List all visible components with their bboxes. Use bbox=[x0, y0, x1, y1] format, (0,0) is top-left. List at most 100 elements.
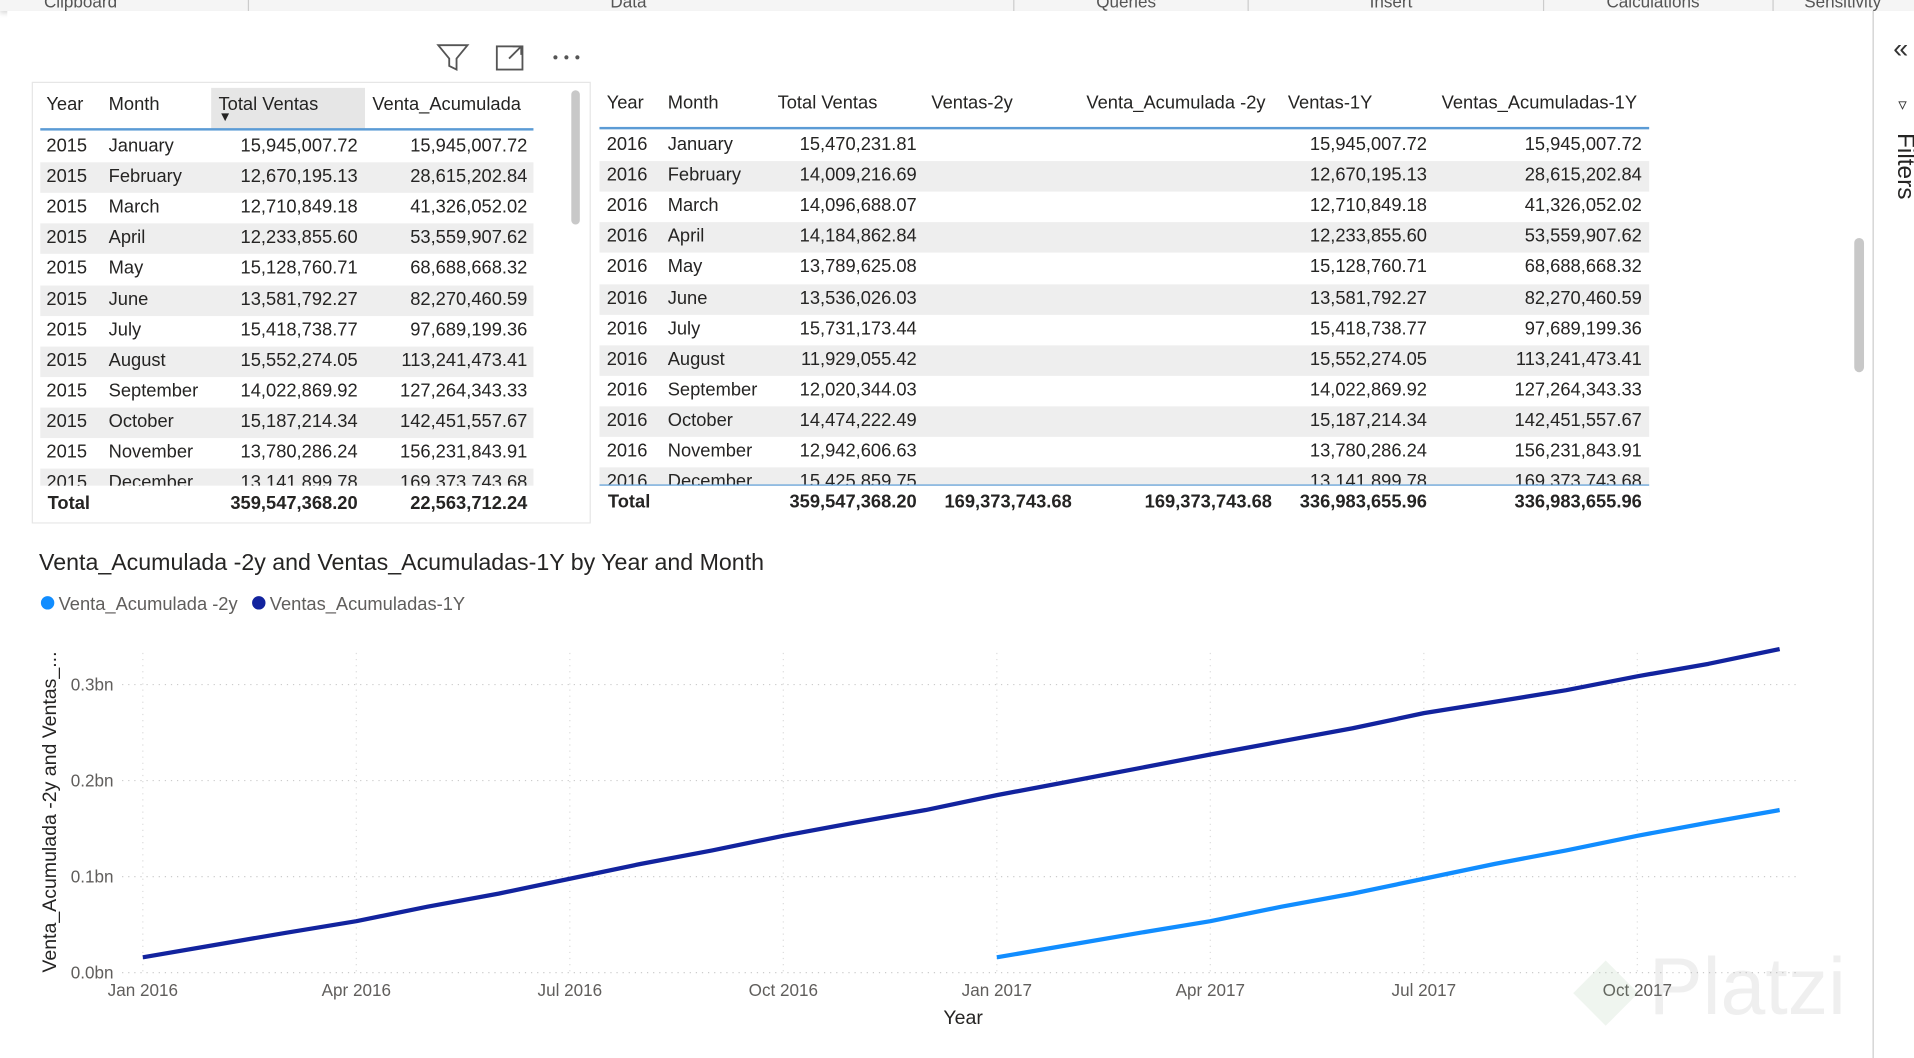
table-cell: 15,187,214.34 bbox=[1309, 409, 1427, 431]
table-cell: 15,731,173.44 bbox=[799, 318, 917, 339]
table-cell: 127,264,343.33 bbox=[400, 380, 528, 402]
y-axis-title: Venta_Acumulada -2y and Ventas_... bbox=[39, 651, 61, 972]
table-cell: 13,780,286.24 bbox=[240, 441, 358, 463]
column-header[interactable]: Ventas_Acumuladas-1Y bbox=[1442, 93, 1647, 114]
filters-label[interactable]: Filters bbox=[1891, 133, 1914, 199]
legend-marker bbox=[252, 596, 266, 610]
table-cell: 2016 bbox=[606, 195, 648, 217]
legend-marker bbox=[40, 596, 55, 610]
filter-icon[interactable] bbox=[436, 41, 470, 73]
column-header[interactable]: Month bbox=[668, 93, 778, 114]
total-cell: 336,983,655.96 bbox=[1514, 491, 1642, 513]
table-cell: 2016 bbox=[606, 348, 648, 370]
total-cell: 359,547,368.20 bbox=[230, 493, 358, 514]
table-cell: February bbox=[667, 164, 742, 186]
table-cell: 28,615,202.84 bbox=[1524, 164, 1642, 186]
table-cell: 11,929,055.42 bbox=[801, 348, 917, 370]
table-cell: March bbox=[108, 196, 160, 218]
report-stage: Clipboard Data Queries Insert Calculations Se… bbox=[0, 0, 1914, 1058]
expand-chevrons-icon[interactable]: « bbox=[1893, 33, 1908, 65]
column-header[interactable]: Total Ventas bbox=[219, 94, 373, 115]
table-scrollbar[interactable] bbox=[571, 90, 580, 225]
column-header[interactable]: Year bbox=[607, 93, 656, 114]
platzi-watermark: ◆ Platzi bbox=[1574, 940, 1846, 1032]
table-cell: 127,264,343.33 bbox=[1514, 379, 1642, 401]
ribbon-divider bbox=[1772, 0, 1774, 11]
x-axis-title: Year bbox=[943, 1007, 983, 1029]
total-cell: 336,983,655.96 bbox=[1299, 491, 1427, 513]
column-header[interactable]: Year bbox=[46, 94, 95, 115]
column-header[interactable]: Ventas-2y bbox=[931, 93, 1065, 114]
table-cell: 2016 bbox=[606, 134, 648, 155]
table-cell: 12,233,855.60 bbox=[1309, 226, 1427, 247]
table-cell: 156,231,843.91 bbox=[400, 441, 528, 463]
more-options-icon[interactable] bbox=[551, 41, 583, 73]
table-cell: May bbox=[108, 257, 144, 279]
series-line[interactable] bbox=[142, 646, 1781, 960]
filters-pane-collapsed: « ▿ Filters bbox=[1872, 10, 1914, 1058]
focus-mode-icon[interactable] bbox=[494, 41, 526, 73]
table-cell: April bbox=[667, 226, 705, 247]
vertical-scrollbar[interactable] bbox=[1854, 237, 1865, 373]
table-cell: 53,559,907.62 bbox=[1524, 226, 1642, 247]
left-table-visual: ▼ Year Month Total Ventas Venta_Acumulada 201… bbox=[31, 81, 591, 524]
table-cell: 15,128,760.71 bbox=[240, 257, 358, 279]
table-cell: February bbox=[108, 166, 182, 187]
table-cell: 2016 bbox=[606, 256, 648, 278]
table-cell: 15,187,214.34 bbox=[240, 411, 358, 432]
x-tick-label: Apr 2016 bbox=[322, 981, 391, 1000]
table-cell: 2015 bbox=[46, 288, 88, 310]
table-cell: 2015 bbox=[46, 257, 88, 279]
table-cell: 41,326,052.02 bbox=[410, 196, 528, 218]
table-cell: 14,022,869.92 bbox=[1309, 379, 1427, 401]
total-cell: 22,563,712.24 bbox=[410, 493, 528, 514]
table-cell: 2016 bbox=[606, 409, 648, 431]
total-cell: 169,373,743.68 bbox=[1144, 491, 1272, 513]
header-underline bbox=[40, 128, 534, 131]
column-header[interactable]: Total Ventas bbox=[778, 93, 924, 114]
column-header[interactable]: Venta_Acumulada -2y bbox=[1086, 93, 1281, 114]
x-tick-label: Jan 2016 bbox=[108, 981, 178, 1000]
table-cell: 2016 bbox=[606, 287, 648, 309]
table-cell: 15,945,007.72 bbox=[240, 135, 358, 157]
column-header[interactable]: Venta_Acumulada bbox=[372, 94, 534, 115]
series-line[interactable] bbox=[996, 807, 1781, 960]
table-cell: 142,451,557.67 bbox=[1514, 409, 1642, 431]
table-cell: 2016 bbox=[606, 164, 648, 186]
table-cell: October bbox=[667, 409, 733, 431]
legend-item[interactable]: Venta_Acumulada -2y bbox=[59, 593, 239, 615]
table-cell: 41,326,052.02 bbox=[1524, 195, 1642, 217]
table-cell: 2016 bbox=[606, 318, 648, 339]
chart-title: Venta_Acumulada -2y and Ventas_Acumulada… bbox=[39, 549, 764, 575]
table-cell: 12,710,849.18 bbox=[1309, 195, 1427, 217]
table-cell: 2015 bbox=[46, 166, 88, 187]
column-header[interactable]: Month bbox=[109, 94, 207, 115]
table-cell: 15,128,760.71 bbox=[1309, 256, 1427, 278]
filter-pane-icon: ▿ bbox=[1898, 93, 1907, 114]
table-cell: 97,689,199.36 bbox=[1524, 318, 1642, 339]
column-header[interactable]: Ventas-1Y bbox=[1288, 93, 1432, 114]
y-tick-label: 0.1bn bbox=[71, 868, 114, 887]
table-cell: 2015 bbox=[46, 380, 88, 402]
table-cell: April bbox=[108, 227, 146, 249]
table-cell: 12,670,195.13 bbox=[240, 166, 358, 187]
legend-item[interactable]: Ventas_Acumuladas-1Y bbox=[270, 593, 465, 615]
y-tick-label: 0.3bn bbox=[71, 676, 114, 695]
right-table-visual: Year Month Total Ventas Ventas-2y Venta_Acum… bbox=[599, 82, 1661, 524]
ribbon: Clipboard Data Queries Insert Calculations Se… bbox=[0, 0, 1914, 11]
total-cell: Total bbox=[607, 491, 651, 513]
table-cell: 97,689,199.36 bbox=[410, 319, 528, 340]
table-cell: 15,945,007.72 bbox=[410, 135, 528, 157]
ribbon-group-label: Calculations bbox=[1606, 0, 1700, 11]
table-cell: 2016 bbox=[606, 226, 648, 247]
table-cell: 14,184,862.84 bbox=[799, 226, 917, 247]
table-cell: 15,418,738.77 bbox=[1309, 318, 1427, 339]
table-cell: June bbox=[667, 287, 708, 309]
table-cell: 2015 bbox=[46, 349, 88, 371]
table-cell: 15,552,274.05 bbox=[240, 349, 358, 371]
table-cell: 14,096,688.07 bbox=[799, 195, 917, 217]
y-tick-label: 0.2bn bbox=[71, 772, 114, 791]
ribbon-group-label: Clipboard bbox=[43, 0, 118, 11]
table-cell: 12,233,855.60 bbox=[240, 227, 358, 249]
ribbon-group-label: Data bbox=[610, 0, 647, 11]
